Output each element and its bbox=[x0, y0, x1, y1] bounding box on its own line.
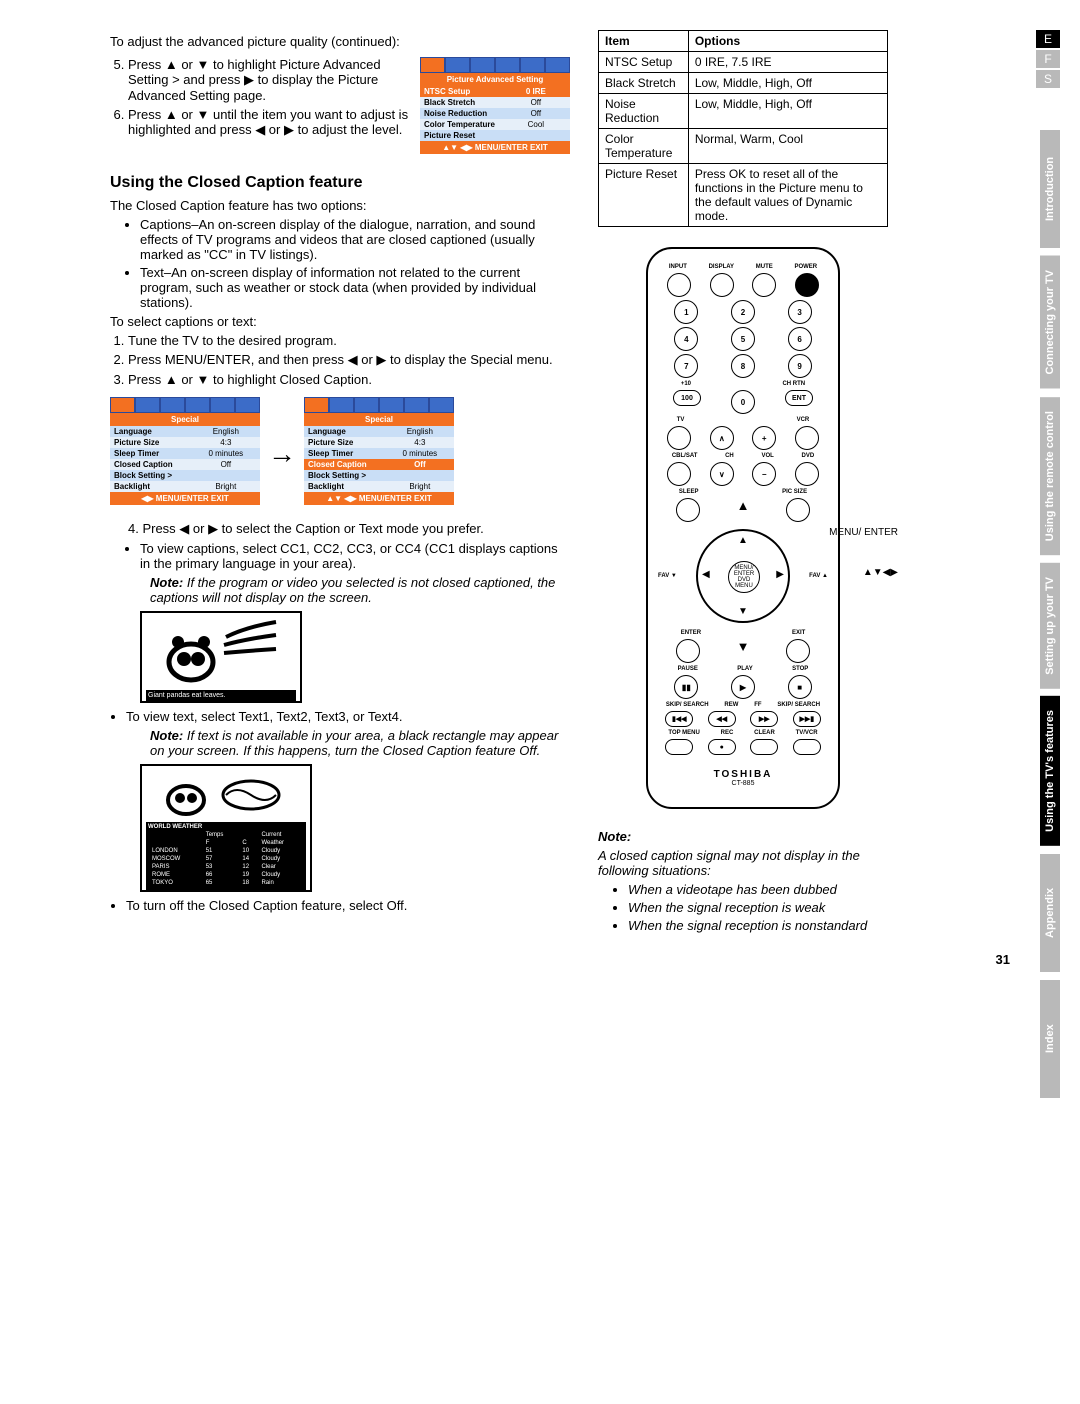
text-bullet: To view text, select Text1, Text2, Text3… bbox=[126, 709, 570, 724]
tab-appendix[interactable]: Appendix bbox=[1040, 854, 1060, 972]
cc-intro: The Closed Caption feature has two optio… bbox=[110, 198, 570, 213]
osd-adv-title: Picture Advanced Setting bbox=[420, 73, 570, 86]
text-note: Note: If text is not available in your a… bbox=[150, 728, 570, 758]
section-tabs: Introduction Connecting your TV Using th… bbox=[1040, 130, 1060, 1098]
step-1: Tune the TV to the desired program. bbox=[128, 333, 570, 348]
step-5: Press ▲ or ▼ to highlight Picture Advanc… bbox=[128, 57, 410, 103]
lang-tab-e[interactable]: E bbox=[1036, 30, 1060, 48]
world-weather-image: WORLD WEATHER TempsCurrent FCWeather LON… bbox=[140, 764, 312, 892]
step-4-note: Note: If the program or video you select… bbox=[150, 575, 570, 605]
callout-arrows: ▲▼◀▶ bbox=[863, 567, 898, 578]
panda-caption-image: Giant pandas eat leaves. bbox=[140, 611, 302, 703]
dpad: ▲▼◀▶ MENU/ ENTER DVD MENU bbox=[696, 529, 790, 623]
step-4: 4. Press ◀ or ▶ to select the Caption or… bbox=[128, 521, 570, 537]
right-note-intro: A closed caption signal may not display … bbox=[598, 848, 888, 878]
tab-features[interactable]: Using the TV's features bbox=[1040, 696, 1060, 846]
tab-remote[interactable]: Using the remote control bbox=[1040, 397, 1060, 555]
callout-menu-enter: MENU/ ENTER bbox=[829, 527, 898, 538]
lang-tab-f[interactable]: F bbox=[1036, 50, 1060, 68]
intro-text: To adjust the advanced picture quality (… bbox=[110, 34, 570, 49]
cc-bullet-text: Text–An on-screen display of information… bbox=[140, 265, 570, 310]
arrow-icon: → bbox=[268, 438, 296, 470]
lang-tab-s[interactable]: S bbox=[1036, 70, 1060, 88]
turnoff-bullet: To turn off the Closed Caption feature, … bbox=[126, 898, 570, 913]
language-tabs: E F S bbox=[1036, 30, 1060, 90]
step-6: Press ▲ or ▼ until the item you want to … bbox=[128, 107, 410, 138]
heading-closed-caption: Using the Closed Caption feature bbox=[110, 174, 570, 192]
cc-bullet-captions: Captions–An on-screen display of the dia… bbox=[140, 217, 570, 262]
tab-introduction[interactable]: Introduction bbox=[1040, 130, 1060, 248]
select-intro: To select captions or text: bbox=[110, 314, 570, 329]
page-number: 31 bbox=[996, 952, 1010, 967]
osd-special-pair: Special LanguageEnglish Picture Size4:3 … bbox=[110, 393, 570, 515]
right-note-list: When a videotape has been dubbed When th… bbox=[628, 882, 888, 933]
right-note-label: Note: bbox=[598, 829, 888, 844]
step-2: Press MENU/ENTER, and then press ◀ or ▶ … bbox=[128, 352, 570, 368]
tab-setting-up[interactable]: Setting up your TV bbox=[1040, 563, 1060, 689]
options-table: ItemOptions NTSC Setup0 IRE, 7.5 IRE Bla… bbox=[598, 30, 888, 227]
tab-index[interactable]: Index bbox=[1040, 980, 1060, 1098]
osd-advanced: Picture Advanced Setting NTSC Setup0 IRE… bbox=[420, 57, 570, 154]
remote-control-image: INPUTDISPLAYMUTEPOWER 123 456 789 +10CH … bbox=[646, 247, 840, 809]
step-4-bullet: To view captions, select CC1, CC2, CC3, … bbox=[140, 541, 570, 571]
tab-connecting[interactable]: Connecting your TV bbox=[1040, 256, 1060, 389]
step-3: Press ▲ or ▼ to highlight Closed Caption… bbox=[128, 372, 570, 387]
